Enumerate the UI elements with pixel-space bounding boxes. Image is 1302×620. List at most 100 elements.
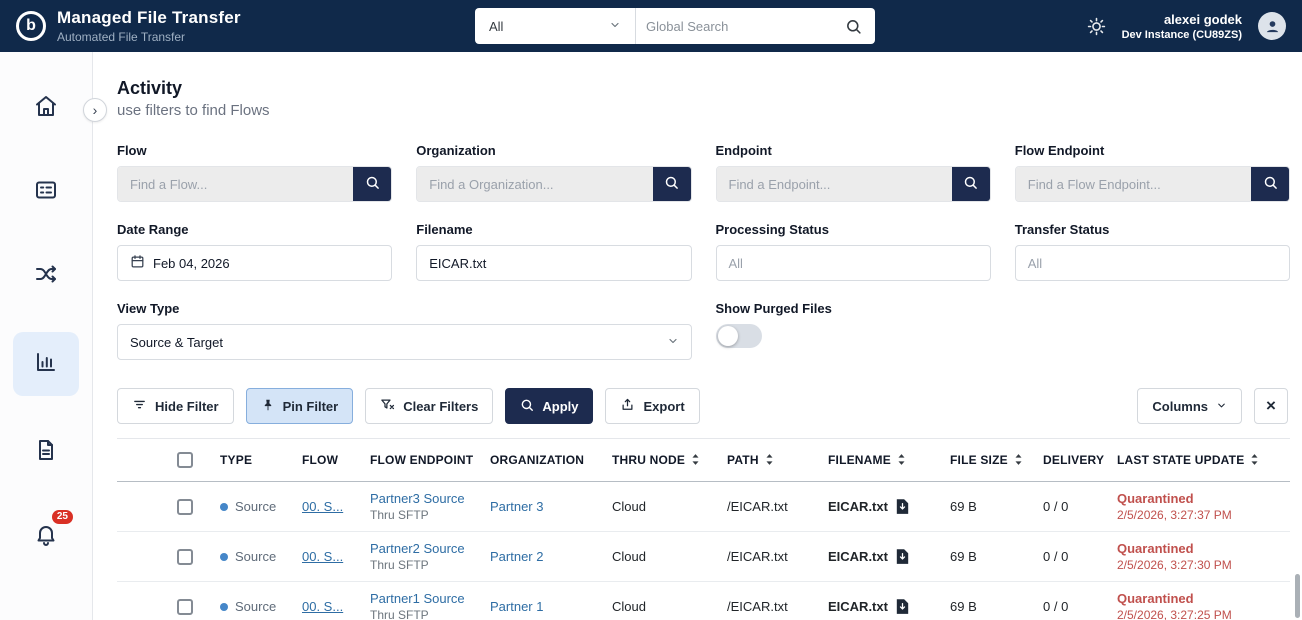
flow-endpoint-link[interactable]: Partner1 Source (370, 591, 465, 606)
path-value: /EICAR.txt (727, 599, 788, 614)
filter-search-button[interactable] (353, 167, 391, 201)
user-avatar[interactable] (1258, 12, 1286, 40)
filter-search-input[interactable] (717, 167, 952, 201)
show-purged-toggle[interactable] (716, 324, 762, 348)
date-range-label: Date Range (117, 222, 392, 237)
sidebar-item-notifications[interactable]: 25 (17, 508, 75, 564)
filter-search-input[interactable] (417, 167, 652, 201)
column-header-thru-node[interactable]: THRU NODE (612, 439, 727, 482)
column-header-file-size[interactable]: FILE SIZE (950, 439, 1043, 482)
toggle-knob (718, 326, 738, 346)
row-checkbox[interactable] (177, 599, 193, 615)
path-value: /EICAR.txt (727, 549, 788, 564)
select-all-checkbox[interactable] (177, 452, 193, 468)
sort-icon[interactable] (764, 453, 775, 466)
export-button[interactable]: Export (605, 388, 699, 424)
pin-filter-button[interactable]: Pin Filter (246, 388, 354, 424)
sort-icon[interactable] (896, 453, 907, 466)
sidebar-item-home[interactable] (17, 80, 75, 136)
apply-button[interactable]: Apply (505, 388, 593, 424)
activity-table-wrap: TYPEFLOWFLOW ENDPOINTORGANIZATIONTHRU NO… (117, 438, 1290, 620)
column-label: THRU NODE (612, 453, 685, 467)
download-file-icon[interactable] (896, 499, 909, 514)
flow-link[interactable]: 00. S... (302, 599, 343, 614)
bar-chart-icon (34, 350, 58, 379)
organization-link[interactable]: Partner 2 (490, 549, 543, 564)
sort-icon[interactable] (1249, 453, 1260, 466)
last-state-cell: Quarantined 2/5/2026, 3:27:30 PM (1117, 532, 1290, 582)
sidebar-item-activity[interactable] (13, 332, 79, 396)
filter-search-group (1015, 166, 1290, 202)
date-range-field: Date Range Feb 04, 2026 (117, 222, 392, 281)
processing-status-select[interactable]: All (716, 245, 991, 281)
row-checkbox[interactable] (177, 549, 193, 565)
organization-link[interactable]: Partner 3 (490, 499, 543, 514)
filter-search-button[interactable] (653, 167, 691, 201)
thru-node-cell: Cloud (612, 582, 727, 620)
theme-toggle-sun-icon[interactable] (1087, 17, 1106, 36)
organization-link[interactable]: Partner 1 (490, 599, 543, 614)
filename-value: EICAR.txt (828, 549, 888, 564)
sort-icon[interactable] (1013, 453, 1024, 466)
global-search-icon[interactable] (832, 18, 875, 35)
flow-endpoint-link[interactable]: Partner2 Source (370, 541, 465, 556)
flow-link[interactable]: 00. S... (302, 499, 343, 514)
columns-button[interactable]: Columns (1137, 388, 1242, 424)
last-state-cell: Quarantined 2/5/2026, 3:27:37 PM (1117, 482, 1290, 532)
flow-link[interactable]: 00. S... (302, 549, 343, 564)
select-all-cell (117, 439, 220, 482)
close-panel-button[interactable]: × (1254, 388, 1288, 424)
view-type-select[interactable]: Source & Target (117, 324, 692, 360)
type-cell: Source (220, 532, 302, 582)
column-header-last-state-update[interactable]: LAST STATE UPDATE (1117, 439, 1290, 482)
flow-endpoint-cell: Partner2 Source Thru SFTP (370, 532, 490, 582)
flow-endpoint-cell: Partner3 Source Thru SFTP (370, 482, 490, 532)
column-label: FLOW ENDPOINT (370, 453, 473, 467)
filter-search-input[interactable] (118, 167, 353, 201)
chevron-right-icon: › (93, 103, 98, 117)
view-type-value: Source & Target (130, 335, 223, 350)
row-type: Source (235, 549, 276, 564)
table-body: Source 00. S... Partner3 Source Thru SFT… (117, 482, 1290, 620)
flow-endpoint-link[interactable]: Partner3 Source (370, 491, 465, 506)
hide-filter-button[interactable]: Hide Filter (117, 388, 234, 424)
transfer-status-select[interactable]: All (1015, 245, 1290, 281)
global-search-input[interactable] (636, 19, 832, 34)
filename-input[interactable] (429, 256, 678, 271)
column-header-delivery: DELIVERY (1043, 439, 1117, 482)
file-size-cell: 69 B (950, 532, 1043, 582)
filter-search-field: Flow (117, 143, 392, 202)
thru-node-value: Cloud (612, 599, 646, 614)
clear-filters-button[interactable]: Clear Filters (365, 388, 493, 424)
date-range-input[interactable]: Feb 04, 2026 (117, 245, 392, 281)
scrollbar-thumb[interactable] (1295, 574, 1300, 618)
sidebar-item-organizations[interactable] (17, 164, 75, 220)
search-scope-select[interactable]: All (475, 8, 636, 44)
last-state-cell: Quarantined 2/5/2026, 3:27:25 PM (1117, 582, 1290, 620)
export-icon (620, 397, 635, 415)
row-checkbox[interactable] (177, 499, 193, 515)
filter-search-input[interactable] (1016, 167, 1251, 201)
delivery-value: 0 / 0 (1043, 499, 1068, 514)
filename-cell: EICAR.txt (828, 582, 950, 620)
chevron-down-icon (667, 335, 679, 350)
clear-filter-icon (380, 397, 395, 415)
search-icon (963, 175, 978, 193)
sidebar-item-flows[interactable] (17, 248, 75, 304)
columns-label: Columns (1152, 399, 1208, 414)
source-dot-icon (220, 503, 228, 511)
download-file-icon[interactable] (896, 599, 909, 614)
sidebar-item-documents[interactable] (17, 424, 75, 480)
column-header-path[interactable]: PATH (727, 439, 828, 482)
flow-endpoint-cell: Partner1 Source Thru SFTP (370, 582, 490, 620)
download-file-icon[interactable] (896, 549, 909, 564)
filter-search-button[interactable] (952, 167, 990, 201)
column-header-filename[interactable]: FILENAME (828, 439, 950, 482)
sort-icon[interactable] (690, 453, 701, 466)
sidebar-collapse-button[interactable]: › (83, 98, 107, 122)
transfer-status-value: All (1028, 256, 1042, 271)
filter-search-button[interactable] (1251, 167, 1289, 201)
app-logo[interactable]: b (16, 11, 46, 41)
column-label: FILE SIZE (950, 453, 1008, 467)
hide-filter-label: Hide Filter (155, 399, 219, 414)
